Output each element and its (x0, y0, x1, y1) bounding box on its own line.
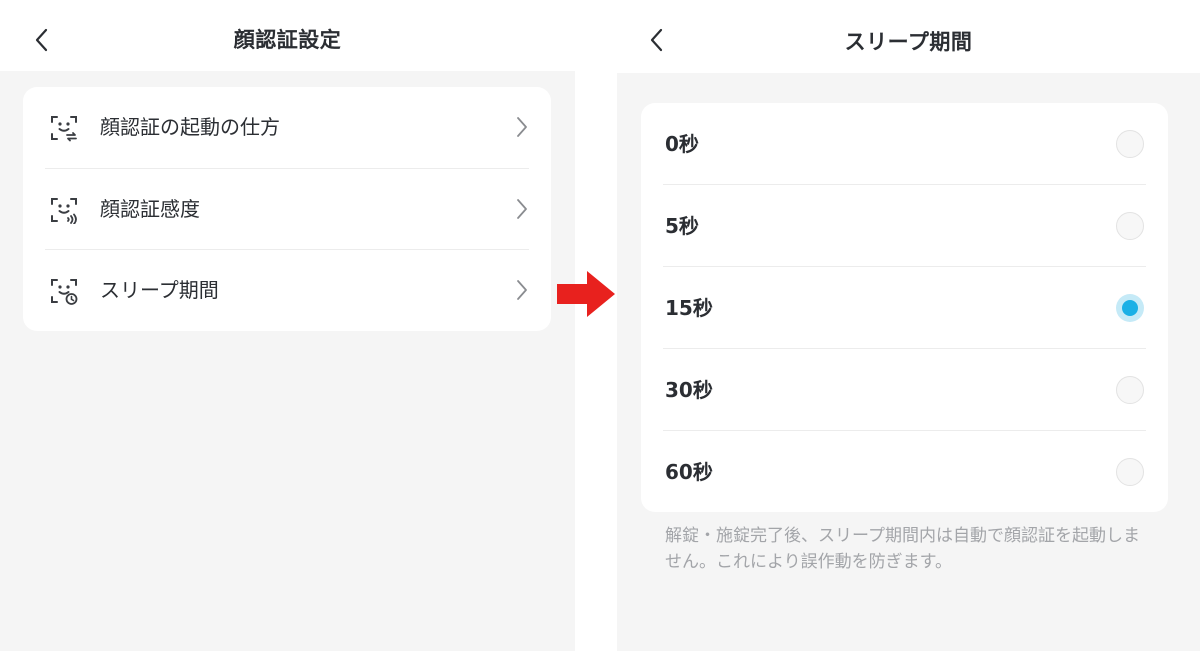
footnote-text: 解錠・施錠完了後、スリープ期間内は自動で顔認証を起動しません。これにより誤作動を… (665, 526, 1140, 572)
page-title: スリープ期間 (844, 30, 973, 54)
chevron-right-icon (515, 278, 529, 302)
option-row-5s[interactable]: 5秒 (641, 185, 1168, 267)
option-row-30s[interactable]: 30秒 (641, 349, 1168, 431)
radio-button[interactable] (1116, 212, 1144, 240)
radio-button-selected[interactable] (1116, 294, 1144, 322)
header: 顔認証設定 (0, 0, 575, 71)
radio-button[interactable] (1116, 130, 1144, 158)
sleep-options-card: 0秒 5秒 15秒 30秒 60秒 (641, 103, 1168, 512)
menu-item-sensitivity[interactable]: 顔認証感度 (23, 169, 551, 250)
option-row-0s[interactable]: 0秒 (641, 103, 1168, 185)
chevron-right-icon (515, 197, 529, 221)
menu-item-label: スリープ期間 (100, 278, 219, 302)
option-row-60s[interactable]: 60秒 (641, 431, 1168, 513)
option-label: 5秒 (665, 214, 699, 238)
transition-arrow-icon (557, 271, 615, 317)
menu-item-sleep-period[interactable]: スリープ期間 (23, 250, 551, 331)
chevron-right-icon (515, 115, 529, 139)
option-label: 15秒 (665, 296, 713, 320)
menu-item-launch-method[interactable]: 顔認証の起動の仕方 (23, 87, 551, 168)
option-label: 60秒 (665, 460, 713, 484)
settings-card: 顔認証の起動の仕方 顔認証感度 スリープ期間 (23, 87, 551, 331)
face-clock-icon (50, 277, 78, 305)
face-auth-settings-screen: 顔認証設定 顔認証の起動の仕方 顔認証感度 スリープ期間 (0, 0, 575, 651)
header: スリープ期間 (617, 0, 1200, 73)
menu-item-label: 顔認証感度 (100, 197, 200, 221)
option-label: 0秒 (665, 132, 699, 156)
page-title: 顔認証設定 (233, 28, 342, 52)
sleep-period-screen: スリープ期間 0秒 5秒 15秒 30秒 60秒 解錠・施錠完了後、スリープ期間… (617, 0, 1200, 651)
option-row-15s[interactable]: 15秒 (641, 267, 1168, 349)
radio-button[interactable] (1116, 376, 1144, 404)
option-label: 30秒 (665, 378, 713, 402)
menu-item-label: 顔認証の起動の仕方 (100, 115, 280, 139)
radio-button[interactable] (1116, 458, 1144, 486)
face-signal-icon (50, 196, 78, 224)
face-swap-icon (50, 114, 78, 142)
